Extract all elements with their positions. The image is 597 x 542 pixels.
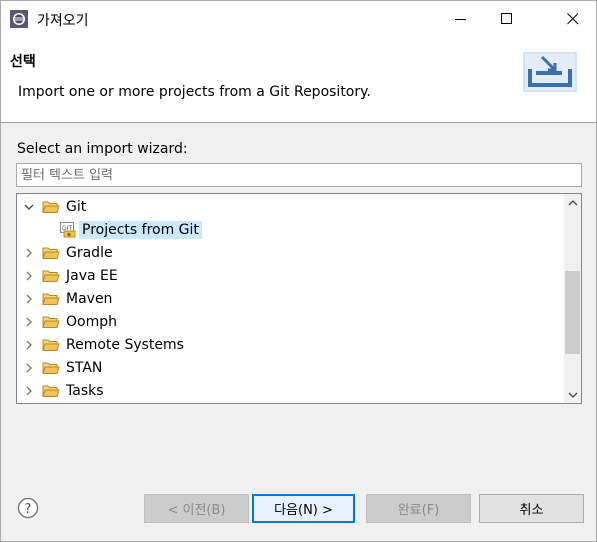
tree-item-projects-from-git[interactable]: GIT Projects from Git — [60, 218, 202, 241]
tree-item-gradle[interactable]: Gradle — [22, 241, 113, 264]
wizard-tree[interactable]: Git GIT Projects from Git Gradle Java EE — [16, 193, 582, 404]
chevron-right-icon[interactable] — [22, 246, 36, 260]
tree-item-label: Remote Systems — [66, 336, 184, 353]
cancel-button[interactable]: 취소 — [479, 494, 584, 523]
git-import-icon: GIT — [60, 221, 76, 237]
title-bar[interactable]: 가져오기 — [1, 1, 596, 37]
chevron-right-icon[interactable] — [22, 384, 36, 398]
eclipse-app-icon — [10, 10, 28, 28]
close-button[interactable] — [550, 1, 596, 37]
page-title: 선택 — [10, 54, 36, 70]
next-button[interactable]: 다음(N) > — [252, 494, 355, 523]
minimize-icon — [455, 19, 466, 20]
help-icon[interactable]: ? — [17, 497, 39, 519]
chevron-right-icon[interactable] — [22, 315, 36, 329]
chevron-right-icon[interactable] — [22, 361, 36, 375]
folder-icon — [42, 316, 60, 328]
filter-input[interactable] — [16, 163, 582, 187]
back-button[interactable]: < 이전(B) — [144, 494, 249, 523]
chevron-right-icon[interactable] — [22, 292, 36, 306]
folder-icon — [42, 293, 60, 305]
tree-item-remote-systems[interactable]: Remote Systems — [22, 333, 184, 356]
scroll-up-button[interactable] — [564, 194, 581, 211]
maximize-button[interactable] — [484, 1, 530, 37]
chevron-right-icon[interactable] — [22, 338, 36, 352]
wizard-header: 선택 Import one or more projects from a Gi… — [1, 37, 596, 123]
chevron-up-icon — [568, 199, 577, 205]
close-icon — [567, 13, 579, 25]
tree-item-git[interactable]: Git — [22, 195, 86, 218]
folder-icon — [42, 362, 60, 374]
chevron-right-icon[interactable] — [22, 269, 36, 283]
chevron-down-icon[interactable] — [22, 200, 36, 214]
tree-item-label: Tasks — [66, 382, 104, 399]
svg-text:?: ? — [25, 502, 32, 517]
tree-item-label: Projects from Git — [79, 220, 202, 239]
vertical-scrollbar[interactable] — [564, 194, 581, 403]
folder-icon — [42, 247, 60, 259]
window-title: 가져오기 — [37, 13, 89, 29]
tree-item-label: Java EE — [66, 267, 118, 284]
tree-item-label: Oomph — [66, 313, 117, 330]
import-dialog: 가져오기 선택 Import one or more projects from… — [0, 0, 597, 542]
finish-button[interactable]: 완료(F) — [366, 494, 471, 523]
tree-item-oomph[interactable]: Oomph — [22, 310, 117, 333]
tree-item-stan[interactable]: STAN — [22, 356, 102, 379]
tree-item-maven[interactable]: Maven — [22, 287, 112, 310]
folder-icon — [42, 270, 60, 282]
maximize-icon — [501, 13, 512, 24]
minimize-button[interactable] — [438, 1, 484, 37]
scroll-thumb[interactable] — [565, 271, 580, 354]
tree-item-tasks[interactable]: Tasks — [22, 379, 104, 402]
select-wizard-label: Select an import wizard: — [17, 141, 188, 157]
tree-item-label: Gradle — [66, 244, 113, 261]
folder-icon — [42, 385, 60, 397]
import-wizard-icon — [523, 52, 577, 92]
chevron-down-icon — [568, 392, 577, 398]
tree-item-label: Maven — [66, 290, 113, 307]
tree-item-label: Git — [66, 198, 87, 215]
scroll-down-button[interactable] — [564, 386, 581, 403]
folder-icon — [42, 339, 60, 351]
tree-item-java-ee[interactable]: Java EE — [22, 264, 118, 287]
tree-item-label: STAN — [66, 359, 103, 376]
page-description: Import one or more projects from a Git R… — [18, 84, 371, 100]
folder-open-icon — [42, 201, 60, 213]
